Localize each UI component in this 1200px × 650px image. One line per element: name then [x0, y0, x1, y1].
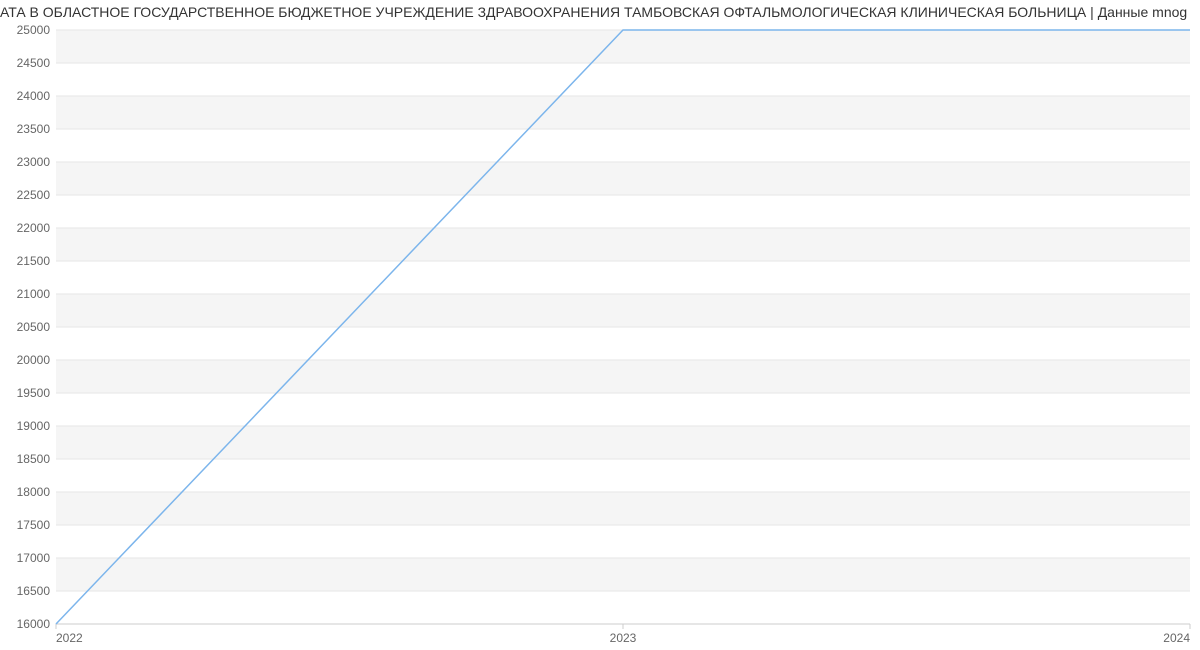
y-tick-label: 19500: [17, 386, 51, 400]
y-tick-label: 16500: [17, 584, 51, 598]
y-tick-label: 23500: [17, 122, 51, 136]
y-tick-label: 17500: [17, 518, 51, 532]
y-tick-label: 21500: [17, 254, 51, 268]
y-tick-label: 21000: [17, 287, 51, 301]
grid-band: [56, 360, 1190, 393]
grid-band: [56, 492, 1190, 525]
y-tick-label: 23000: [17, 155, 51, 169]
chart-title: АТА В ОБЛАСТНОЕ ГОСУДАРСТВЕННОЕ БЮДЖЕТНО…: [0, 4, 1200, 20]
grid-band: [56, 30, 1190, 63]
chart-area: 16000 16500 17000 17500 18000 18500 19000 19500…: [0, 24, 1200, 650]
y-tick-label: 17000: [17, 551, 51, 565]
grid-band: [56, 162, 1190, 195]
y-tick-label: 20000: [17, 353, 51, 367]
y-tick-label: 18500: [17, 452, 51, 466]
grid-band: [56, 294, 1190, 327]
y-tick-label: 18000: [17, 485, 51, 499]
y-tick-label: 24000: [17, 89, 51, 103]
y-tick-label: 22500: [17, 188, 51, 202]
x-tick-label: 2024: [1163, 631, 1190, 645]
x-tick-label: 2023: [610, 631, 637, 645]
grid-band: [56, 228, 1190, 261]
y-tick-label: 22000: [17, 221, 51, 235]
x-tick-label: 2022: [56, 631, 83, 645]
y-tick-label: 24500: [17, 56, 51, 70]
y-tick-label: 19000: [17, 419, 51, 433]
y-tick-label: 16000: [17, 617, 51, 631]
grid-band: [56, 426, 1190, 459]
y-tick-label: 20500: [17, 320, 51, 334]
chart-svg: 16000 16500 17000 17500 18000 18500 19000 19500…: [0, 24, 1200, 650]
y-tick-label: 25000: [17, 24, 51, 37]
grid-band: [56, 96, 1190, 129]
grid-band: [56, 558, 1190, 591]
